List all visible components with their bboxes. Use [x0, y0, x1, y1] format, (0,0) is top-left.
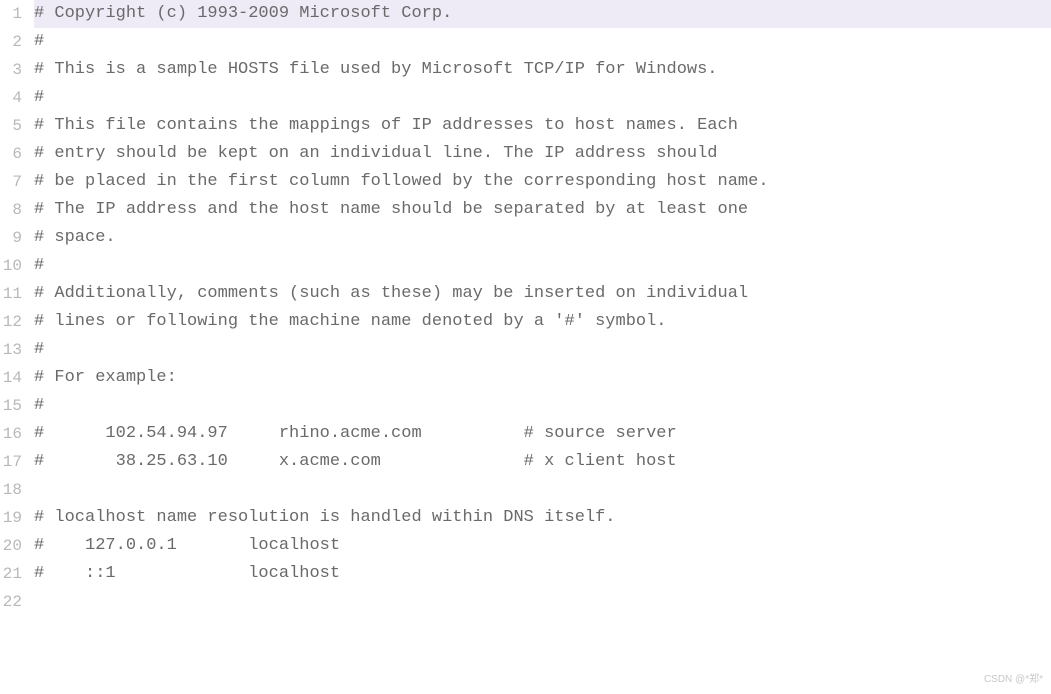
code-line[interactable]: #: [34, 28, 1051, 56]
code-line[interactable]: #: [34, 252, 1051, 280]
code-line[interactable]: # be placed in the first column followed…: [34, 168, 1051, 196]
code-line[interactable]: [34, 588, 1051, 616]
line-number: 19: [0, 504, 22, 532]
line-number: 2: [0, 28, 22, 56]
line-number: 14: [0, 364, 22, 392]
code-line[interactable]: # The IP address and the host name shoul…: [34, 196, 1051, 224]
line-number: 9: [0, 224, 22, 252]
line-number-gutter: 1 2 3 4 5 6 7 8 9 10 11 12 13 14 15 16 1…: [0, 0, 26, 694]
code-line[interactable]: # For example:: [34, 364, 1051, 392]
line-number: 1: [0, 0, 22, 28]
line-number: 20: [0, 532, 22, 560]
code-line[interactable]: # This file contains the mappings of IP …: [34, 112, 1051, 140]
line-number: 5: [0, 112, 22, 140]
line-number: 16: [0, 420, 22, 448]
code-line[interactable]: # Additionally, comments (such as these)…: [34, 280, 1051, 308]
line-number: 8: [0, 196, 22, 224]
line-number: 17: [0, 448, 22, 476]
code-line[interactable]: # lines or following the machine name de…: [34, 308, 1051, 336]
line-number: 21: [0, 560, 22, 588]
watermark: CSDN @*郑*: [984, 672, 1043, 689]
code-line[interactable]: # Copyright (c) 1993-2009 Microsoft Corp…: [34, 0, 1051, 28]
line-number: 4: [0, 84, 22, 112]
code-line[interactable]: # entry should be kept on an individual …: [34, 140, 1051, 168]
line-number: 11: [0, 280, 22, 308]
line-number: 7: [0, 168, 22, 196]
line-number: 22: [0, 588, 22, 616]
line-number: 12: [0, 308, 22, 336]
code-line[interactable]: # localhost name resolution is handled w…: [34, 504, 1051, 532]
code-line[interactable]: #: [34, 392, 1051, 420]
code-area[interactable]: # Copyright (c) 1993-2009 Microsoft Corp…: [26, 0, 1051, 694]
code-editor[interactable]: 1 2 3 4 5 6 7 8 9 10 11 12 13 14 15 16 1…: [0, 0, 1051, 694]
code-line[interactable]: #: [34, 336, 1051, 364]
line-number: 15: [0, 392, 22, 420]
code-line[interactable]: # 38.25.63.10 x.acme.com # x client host: [34, 448, 1051, 476]
code-line[interactable]: #: [34, 84, 1051, 112]
code-line[interactable]: # ::1 localhost: [34, 560, 1051, 588]
line-number: 18: [0, 476, 22, 504]
code-line[interactable]: # 127.0.0.1 localhost: [34, 532, 1051, 560]
line-number: 13: [0, 336, 22, 364]
line-number: 10: [0, 252, 22, 280]
line-number: 3: [0, 56, 22, 84]
code-line[interactable]: # space.: [34, 224, 1051, 252]
line-number: 6: [0, 140, 22, 168]
code-line[interactable]: # 102.54.94.97 rhino.acme.com # source s…: [34, 420, 1051, 448]
code-line[interactable]: # This is a sample HOSTS file used by Mi…: [34, 56, 1051, 84]
code-line[interactable]: [34, 476, 1051, 504]
